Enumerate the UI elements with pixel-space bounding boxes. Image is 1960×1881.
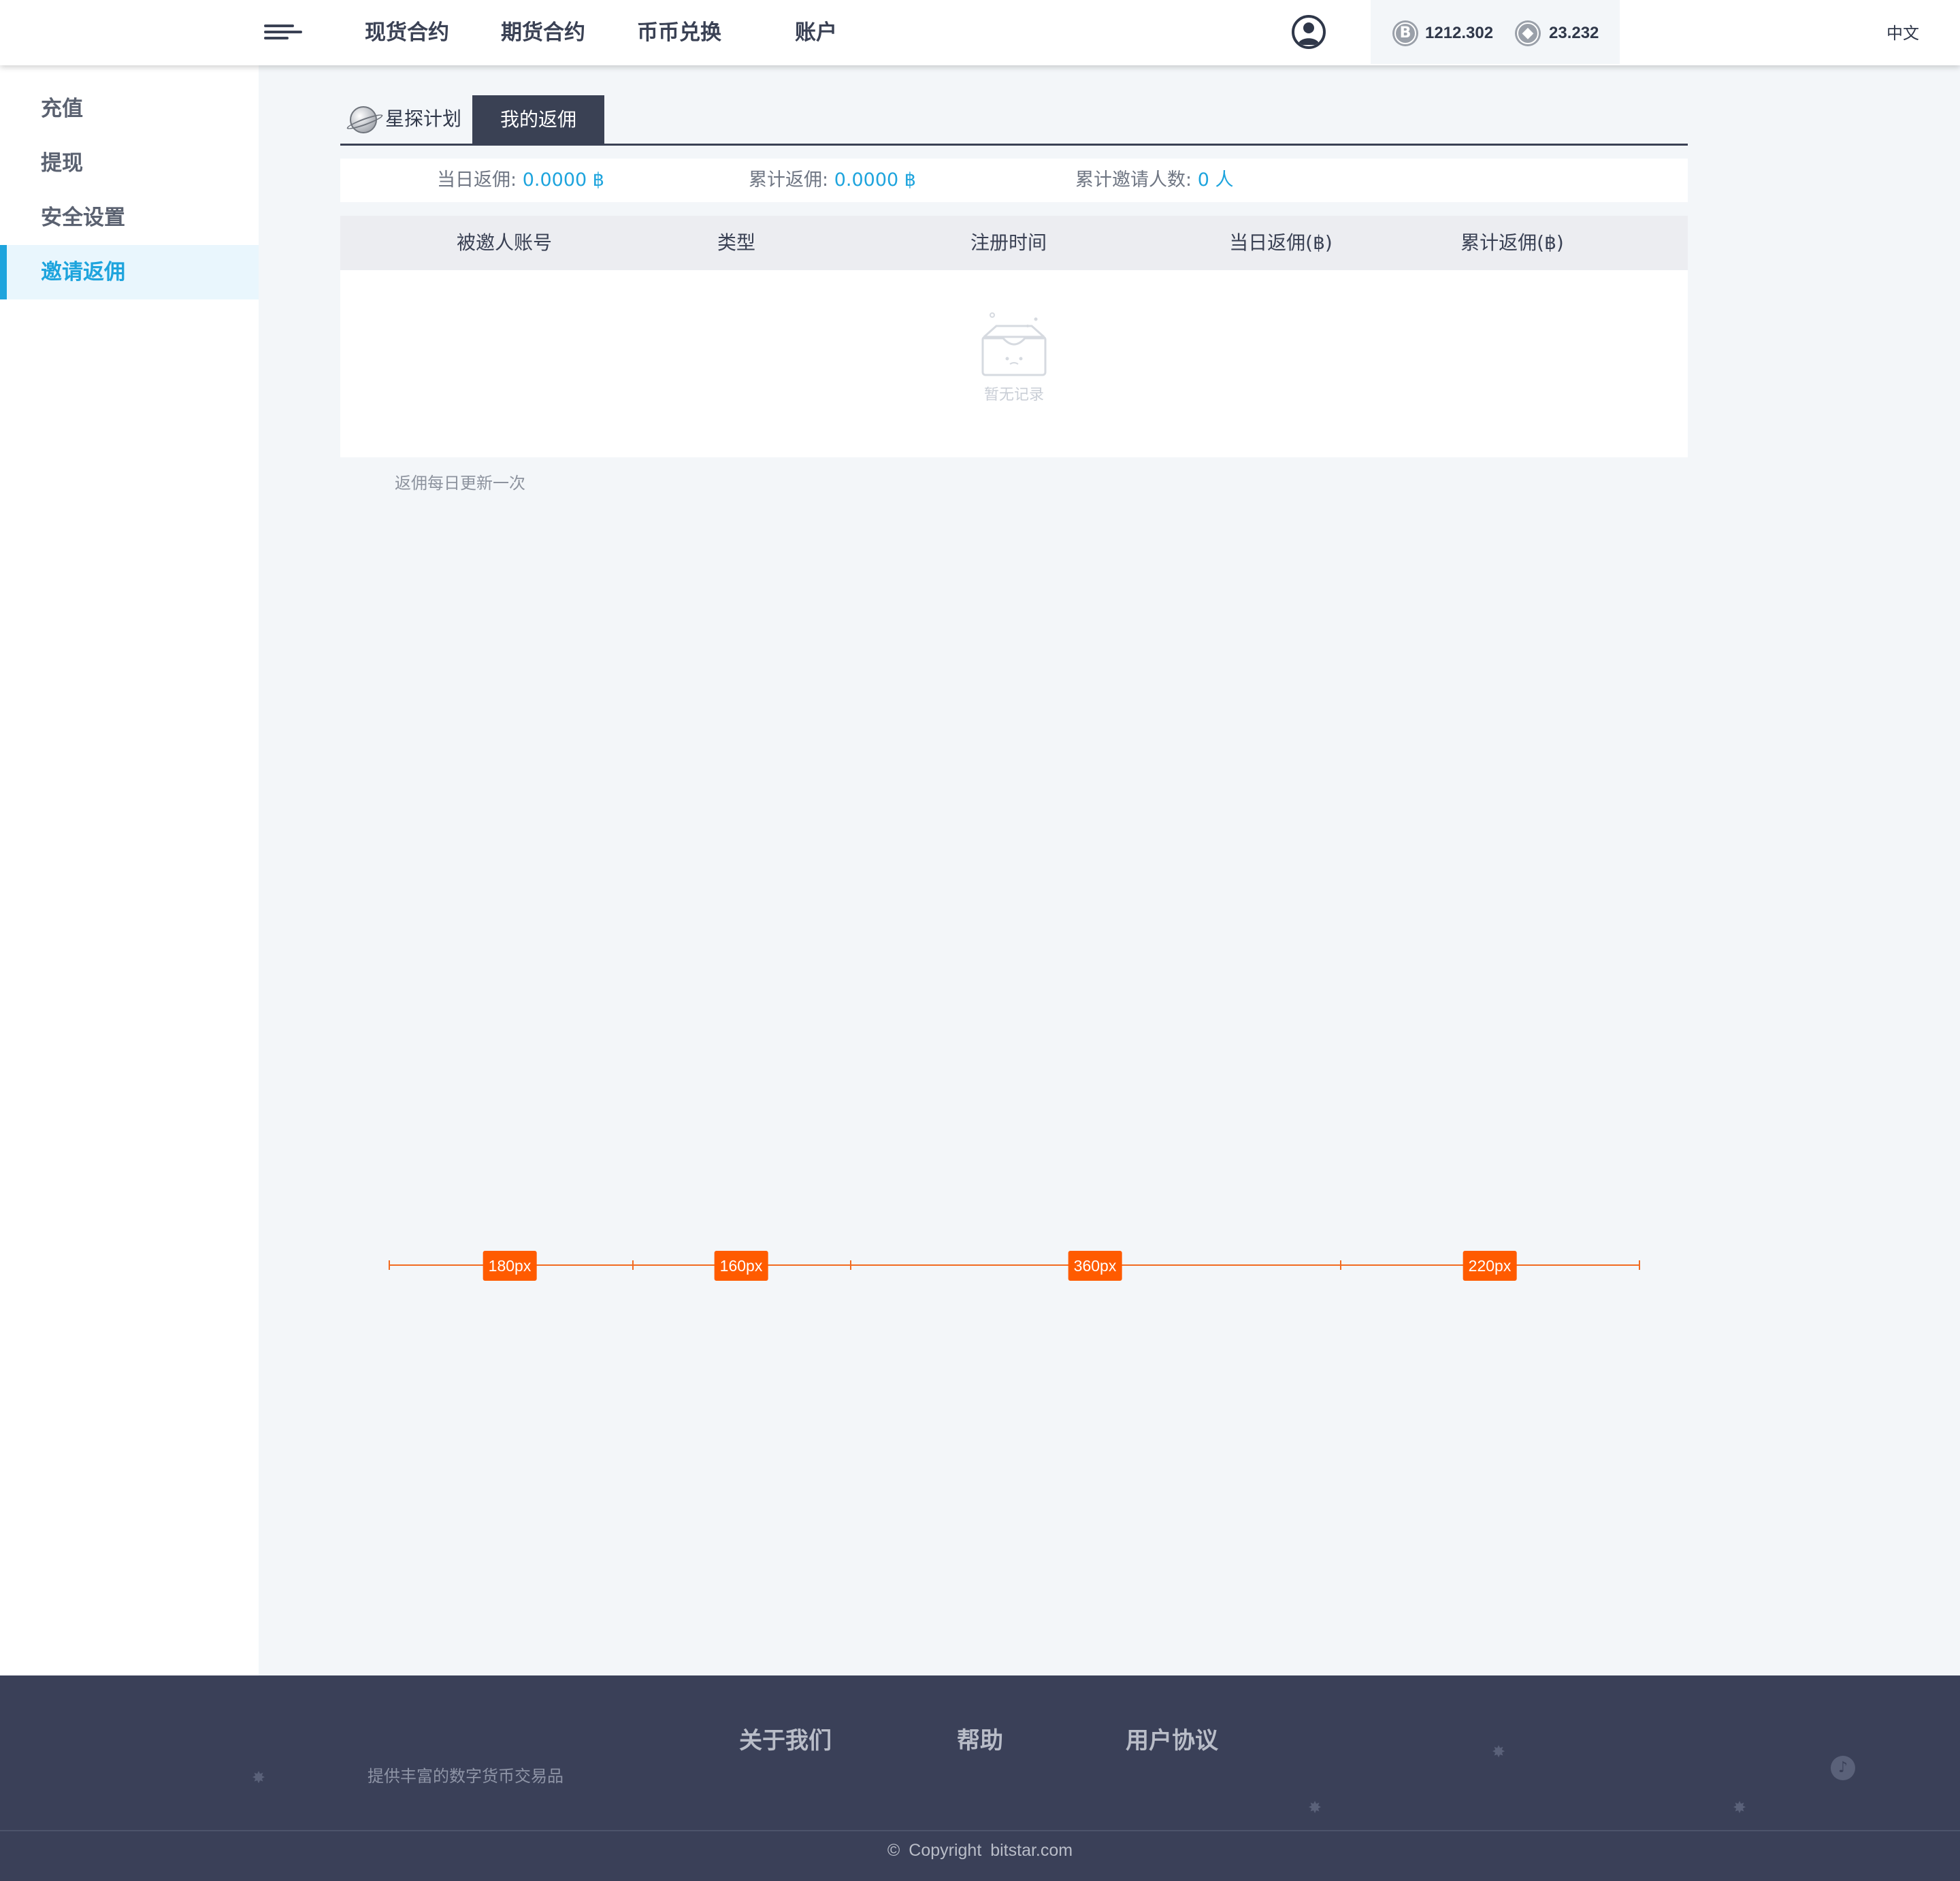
stat-total-label: 累计返佣:	[749, 169, 829, 191]
sidebar-item-withdraw[interactable]: 提现	[0, 136, 259, 191]
column-header-register-time: 注册时间	[970, 231, 1047, 254]
tabs-underline	[340, 144, 1688, 146]
ruler-label-4: 220px	[1463, 1251, 1517, 1281]
stat-today-value: 0.0000 ฿	[522, 169, 604, 191]
stat-today-label: 当日返佣:	[437, 169, 517, 191]
footer-divider	[0, 1830, 1960, 1831]
ruler-label-3: 360px	[1068, 1251, 1122, 1281]
tab-my-rebate[interactable]: 我的返佣	[472, 95, 604, 144]
nav-spot-contract[interactable]: 现货合约	[365, 16, 449, 49]
stat-total-value: 0.0000 ฿	[834, 169, 916, 191]
top-navigation-bar: 现货合约 期货合约 币币兑换 账户 B 1212.302 ◆ 23.232 中文	[0, 0, 1960, 65]
empty-state-text: 暂无记录	[983, 387, 1044, 404]
user-avatar-icon[interactable]	[1292, 15, 1326, 49]
ruler-label-1: 180px	[483, 1251, 537, 1281]
star-decoration-icon: ✸	[1491, 1742, 1506, 1761]
bitcoin-icon: B	[1392, 20, 1418, 46]
copyright-text: © Copyright bitstar.com	[887, 1841, 1073, 1860]
stat-invited-value: 0 人	[1197, 169, 1234, 191]
btc-balance: 1212.302	[1425, 24, 1494, 42]
planet-icon	[350, 106, 377, 133]
tab-star-plan-label: 星探计划	[385, 108, 462, 130]
nav-futures-contract[interactable]: 期货合约	[501, 16, 585, 49]
sidebar: 充值 提现 安全设置 邀请返佣	[0, 65, 259, 1675]
column-header-type: 类型	[717, 231, 756, 254]
ethereum-icon: ◆	[1515, 20, 1541, 46]
stat-today-rebate: 当日返佣: 0.0000 ฿	[437, 159, 604, 202]
nav-account[interactable]: 账户	[795, 16, 837, 49]
menu-logo-icon[interactable]	[264, 24, 302, 41]
sidebar-item-invite-rebate[interactable]: 邀请返佣	[0, 245, 259, 299]
stat-invited-count: 累计邀请人数: 0 人	[1075, 159, 1233, 202]
sidebar-item-deposit[interactable]: 充值	[0, 82, 259, 136]
ruler-tick	[850, 1260, 851, 1270]
footer-slogan: 提供丰富的数字货币交易品	[368, 1767, 564, 1786]
ruler-label-2: 160px	[714, 1251, 768, 1281]
column-header-today-rebate: 当日返佣(฿)	[1229, 231, 1333, 254]
ruler-tick	[389, 1260, 390, 1270]
rebate-update-note: 返佣每日更新一次	[395, 474, 525, 493]
sidebar-item-security[interactable]: 安全设置	[0, 191, 259, 245]
ruler-tick	[1639, 1260, 1640, 1270]
footer-link-help[interactable]: 帮助	[957, 1722, 1003, 1760]
tab-star-plan[interactable]: 星探计划	[350, 95, 461, 143]
star-decoration-icon: ✸	[1732, 1798, 1747, 1817]
empty-inbox-icon	[977, 311, 1051, 379]
star-decoration-icon: ✸	[251, 1768, 266, 1787]
eth-balance: 23.232	[1549, 24, 1599, 42]
column-header-invitee-account: 被邀人账号	[456, 231, 553, 254]
table-header: 被邀人账号 类型 注册时间 当日返佣(฿) 累计返佣(฿)	[340, 216, 1688, 270]
star-decoration-icon: ✸	[1307, 1798, 1322, 1817]
music-note-icon: ♪	[1831, 1756, 1855, 1780]
table-body: 暂无记录	[340, 270, 1688, 457]
column-header-total-rebate: 累计返佣(฿)	[1460, 231, 1564, 254]
footer-link-user-agreement[interactable]: 用户协议	[1126, 1722, 1218, 1760]
footer-link-about-us[interactable]: 关于我们	[739, 1722, 832, 1760]
stat-total-rebate: 累计返佣: 0.0000 ฿	[749, 159, 916, 202]
measurement-ruler-line	[389, 1264, 1640, 1266]
rebate-stats-bar: 当日返佣: 0.0000 ฿ 累计返佣: 0.0000 ฿ 累计邀请人数: 0 …	[340, 159, 1688, 202]
nav-coin-exchange[interactable]: 币币兑换	[637, 16, 721, 49]
stat-invited-label: 累计邀请人数:	[1075, 169, 1192, 191]
balance-panel: B 1212.302 ◆ 23.232	[1371, 0, 1620, 64]
language-switcher[interactable]: 中文	[1886, 20, 1919, 46]
ruler-tick	[1340, 1260, 1341, 1270]
ruler-tick	[632, 1260, 634, 1270]
